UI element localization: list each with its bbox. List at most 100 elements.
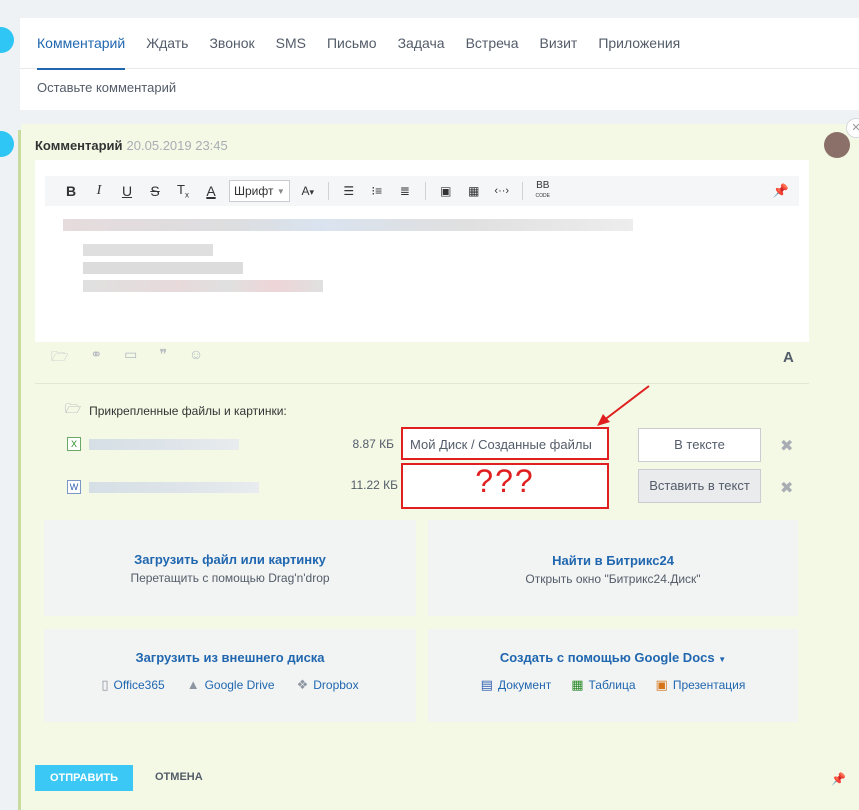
tab-task[interactable]: Задача [398,18,445,69]
tab-email[interactable]: Письмо [327,18,377,69]
pin-icon[interactable]: 📌 [831,772,846,786]
bold-icon[interactable]: B [57,183,85,199]
bbcode-label: BB [536,180,550,191]
attachment-icon: 🗁 [65,401,82,416]
tab-wait[interactable]: Ждать [146,18,188,69]
bbcode-sublabel: CODE [535,193,550,199]
redacted-text [83,262,243,274]
mention-icon[interactable]: ☺ [189,346,203,370]
file-size: 11.22 КБ [350,478,398,492]
italic-icon[interactable]: I [85,183,113,199]
create-spreadsheet-link[interactable]: ▦ Таблица [571,677,635,693]
cancel-button[interactable]: ОТМЕНА [155,771,203,783]
timeline-dot [0,27,14,53]
in-text-button[interactable]: В тексте [638,428,761,462]
create-presentation-link[interactable]: ▣ Презентация [656,677,746,693]
google-drive-icon: ▲ [186,677,200,692]
google-drive-link[interactable]: ▲ Google Drive [187,677,275,693]
dropbox-link[interactable]: ❖ Dropbox [297,677,359,693]
google-docs-box: Создать с помощью Google Docs ▼ ▤ Докумен… [428,629,798,722]
comment-entry: ✕ Комментарий 20.05.2019 23:45 B I U S Tx… [21,118,859,810]
tab-apps[interactable]: Приложения [598,18,680,69]
chevron-down-icon: ▼ [718,655,727,664]
image-icon[interactable]: ▣ [432,184,460,198]
unordered-list-icon[interactable]: ⁝≡ [363,184,391,198]
search-bitrix-box[interactable]: Найти в Битрикс24 Открыть окно "Битрикс2… [428,520,798,616]
tab-meeting[interactable]: Встреча [466,18,519,69]
composer-tabs: Комментарий Ждать Звонок SMS Письмо Зада… [20,18,859,70]
align-icon[interactable]: ≣ [391,184,419,198]
google-drive-label: Google Drive [204,678,275,692]
upload-local-subtitle: Перетащить с помощью Drag'n'drop [130,571,330,585]
google-docs-title-label: Создать с помощью Google Docs [499,650,715,665]
entry-title: Комментарий [35,138,123,153]
document-icon: ▤ [480,677,493,692]
remove-file-icon[interactable]: ✖ [780,436,793,456]
search-bitrix-title[interactable]: Найти в Битрикс24 [428,553,798,568]
external-drive-title: Загрузить из внешнего диска [135,650,325,665]
ordered-list-icon[interactable]: ☰ [335,184,363,198]
code-icon[interactable]: ‹··› [488,185,516,197]
toolbar-divider [521,182,523,200]
file-name[interactable] [89,482,259,493]
toolbar-divider [424,182,426,200]
create-presentation-label: Презентация [672,678,746,692]
activity-composer: Комментарий Ждать Звонок SMS Письмо Зада… [20,18,859,110]
rich-text-editor[interactable]: B I U S Tx A Шрифт ▼ A▾ ☰ ⁝≡ ≣ ▣ ▦ ‹··› … [35,160,809,342]
attachments-header: 🗁 Прикрепленные файлы и картинки: [65,400,287,422]
external-drive-links: ▯ Office365 ▲ Google Drive ❖ Dropbox [44,677,416,693]
divider [35,383,809,384]
attachments-header-label: Прикрепленные файлы и картинки: [89,404,287,418]
office365-link[interactable]: ▯ Office365 [101,677,164,693]
office365-icon: ▯ [101,677,109,692]
editor-footer-icons: 🗁 ⚭ ▭ ❞ ☺ [51,346,203,370]
entry-datetime: 20.05.2019 23:45 [126,138,228,153]
presentation-icon: ▣ [655,677,668,692]
google-docs-links: ▤ Документ ▦ Таблица ▣ Презентация [428,677,798,693]
font-select-label: Шрифт [234,184,274,198]
word-file-icon: W [67,480,81,494]
upload-local-box[interactable]: Загрузить файл или картинку Перетащить с… [44,520,416,616]
insert-into-text-button[interactable]: Вставить в текст [638,469,761,503]
attach-file-icon[interactable]: 🗁 [51,346,68,370]
redacted-text [63,219,633,231]
file-name[interactable] [89,439,239,450]
send-button[interactable]: ОТПРАВИТЬ [35,765,133,791]
clear-format-icon[interactable]: Tx [169,182,197,200]
underline-icon[interactable]: U [113,183,141,199]
office365-label: Office365 [113,678,165,692]
quote-icon[interactable]: ❞ [159,346,167,370]
unknown-location-mark: ??? [475,463,535,499]
tab-comment[interactable]: Комментарий [37,18,126,70]
tab-call[interactable]: Звонок [209,18,254,69]
dropbox-icon: ❖ [296,677,309,692]
font-select[interactable]: Шрифт ▼ [229,180,290,202]
tab-sms[interactable]: SMS [276,18,306,69]
link-icon[interactable]: ⚭ [90,346,102,370]
create-document-link[interactable]: ▤ Документ [481,677,552,693]
search-bitrix-subtitle: Открыть окно "Битрикс24.Диск" [525,572,701,586]
tab-visit[interactable]: Визит [540,18,578,69]
font-color-icon[interactable]: A [197,183,225,199]
avatar[interactable] [824,132,850,158]
google-docs-title[interactable]: Создать с помощью Google Docs ▼ [428,650,798,665]
table-icon[interactable]: ▦ [460,184,488,198]
strikethrough-icon[interactable]: S [141,183,169,199]
annotation-arrow [597,385,650,426]
video-icon[interactable]: ▭ [124,346,137,370]
pin-icon[interactable]: 📌 [773,183,789,199]
close-icon[interactable]: ✕ [846,118,859,138]
font-size-icon[interactable]: A▾ [294,184,322,198]
file-location-box: Мой Диск / Созданные файлы [401,427,609,460]
bbcode-icon[interactable]: BB CODE [529,181,557,201]
comment-input[interactable]: Оставьте комментарий [20,69,859,106]
file-location-box: ??? [401,463,609,509]
remove-file-icon[interactable]: ✖ [780,478,793,498]
excel-file-icon: X [67,437,81,451]
formatting-toggle-icon[interactable]: A [783,349,794,366]
file-size: 8.87 КБ [352,437,394,451]
redacted-text [83,244,213,256]
upload-local-title[interactable]: Загрузить файл или картинку [44,552,416,567]
create-document-label: Документ [497,678,552,692]
redacted-text [83,280,323,292]
